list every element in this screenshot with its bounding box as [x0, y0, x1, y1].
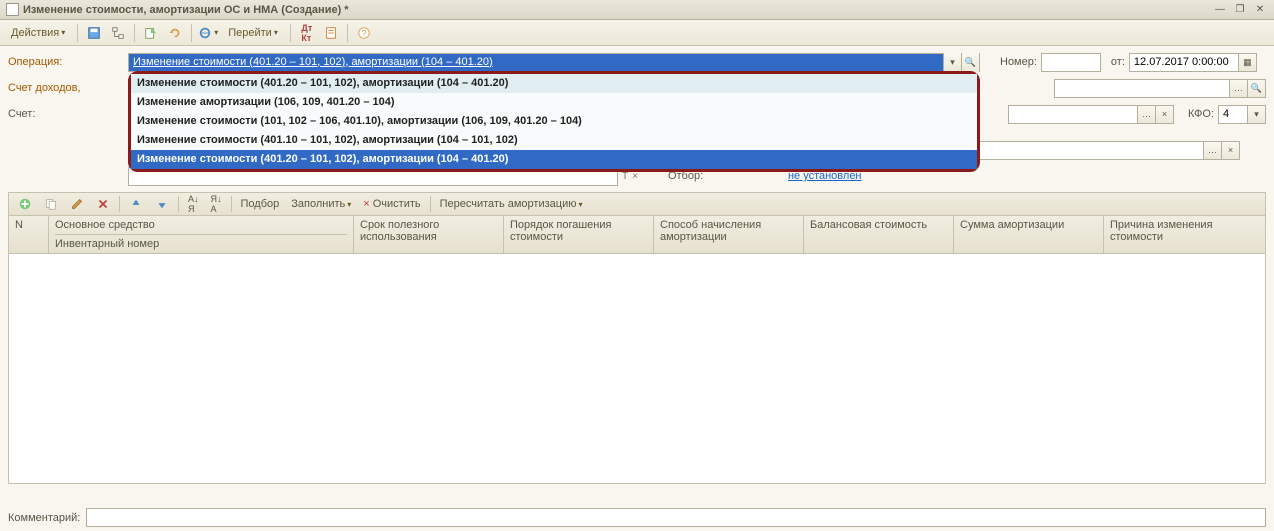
separator [191, 24, 192, 42]
save-icon[interactable] [83, 23, 105, 43]
window-controls: — ❐ ✕ [1212, 3, 1268, 17]
minimize-button[interactable]: — [1212, 3, 1228, 17]
col-n[interactable]: N [9, 216, 49, 253]
main-toolbar: Действия▾ ▾ Перейти▾ ДтКт ? [0, 20, 1274, 46]
ellipsis-icon[interactable]: … [1138, 105, 1156, 124]
chevron-down-icon: ▾ [578, 200, 582, 209]
clear-x-button[interactable]: × [632, 171, 638, 182]
label-operation: Операция: [8, 56, 128, 68]
clear-button[interactable]: ×Очистить [358, 194, 425, 214]
comment-field[interactable] [86, 508, 1266, 527]
move-down-icon[interactable] [150, 194, 174, 214]
operation-field[interactable]: Изменение стоимости (401.20 – 101, 102),… [128, 53, 980, 72]
separator [77, 24, 78, 42]
separator [134, 24, 135, 42]
close-button[interactable]: ✕ [1252, 3, 1268, 17]
col-inv: Инвентарный номер [55, 238, 347, 250]
copy-row-icon[interactable] [39, 194, 63, 214]
operation-value: Изменение стоимости (401.20 – 101, 102),… [129, 54, 943, 71]
date-field[interactable] [1129, 53, 1239, 72]
col-method[interactable]: Способ начисления амортизации [654, 216, 804, 253]
col-reason[interactable]: Причина изменения стоимости [1104, 216, 1265, 253]
edit-row-icon[interactable] [65, 194, 89, 214]
document-icon [6, 3, 19, 16]
col-asset: Основное средство [55, 219, 347, 235]
svg-text:?: ? [361, 28, 366, 38]
separator [430, 196, 431, 212]
income-account-field[interactable] [1054, 79, 1230, 98]
col-life[interactable]: Срок полезного использования [354, 216, 504, 253]
operation-dropdown[interactable]: Изменение стоимости (401.20 – 101, 102),… [128, 71, 980, 172]
report-icon[interactable] [320, 23, 342, 43]
post-document-icon[interactable] [140, 23, 162, 43]
chevron-down-icon: ▾ [214, 28, 218, 37]
dropdown-option[interactable]: Изменение стоимости (401.20 – 101, 102),… [131, 150, 977, 169]
label-income-account: Счет доходов, [8, 82, 128, 94]
ellipsis-icon[interactable]: … [1204, 141, 1222, 160]
form-area: Операция: Изменение стоимости (401.20 – … [0, 46, 1274, 186]
calendar-icon[interactable]: ▦ [1239, 53, 1257, 72]
add-row-icon[interactable] [13, 194, 37, 214]
number-field[interactable] [1041, 53, 1101, 72]
table-header: N Основное средство Инвентарный номер Ср… [8, 216, 1266, 254]
dropdown-option[interactable]: Изменение амортизации (106, 109, 401.20 … [131, 93, 977, 112]
dtkt-icon[interactable]: ДтКт [296, 23, 318, 43]
separator [347, 24, 348, 42]
recalc-button[interactable]: Пересчитать амортизацию▾ [435, 194, 588, 214]
col-amort[interactable]: Сумма амортизации [954, 216, 1104, 253]
actions-menu[interactable]: Действия▾ [4, 23, 72, 43]
chevron-down-icon[interactable]: ▾ [943, 53, 961, 72]
title-bar: Изменение стоимости, амортизации ОС и НМ… [0, 0, 1274, 20]
kfo-field[interactable] [1218, 105, 1248, 124]
table-actions-bar: А↓Я Я↓А Подбор Заполнить▾ ×Очистить Пере… [8, 192, 1266, 216]
refresh-icon[interactable] [164, 23, 186, 43]
dropdown-option[interactable]: Изменение стоимости (401.10 – 101, 102),… [131, 131, 977, 150]
separator [119, 196, 120, 212]
delete-row-icon[interactable] [91, 194, 115, 214]
search-icon[interactable]: 🔍 [961, 53, 979, 72]
chevron-down-icon: ▾ [347, 200, 351, 209]
separator [231, 196, 232, 212]
sort-asc-icon[interactable]: А↓Я [183, 194, 204, 214]
col-balance[interactable]: Балансовая стоимость [804, 216, 954, 253]
move-up-icon[interactable] [124, 194, 148, 214]
select-button[interactable]: Подбор [236, 194, 285, 214]
col-asset-group[interactable]: Основное средство Инвентарный номер [49, 216, 354, 253]
row-comment: Комментарий: [8, 508, 1266, 527]
goto-menu[interactable]: Перейти▾ [221, 23, 285, 43]
label-from: от: [1111, 56, 1125, 68]
label-number: Номер: [1000, 56, 1037, 68]
chevron-down-icon: ▾ [61, 28, 65, 37]
link-icon[interactable]: ▾ [197, 23, 219, 43]
window-title: Изменение стоимости, амортизации ОС и НМ… [23, 4, 349, 16]
clear-icon[interactable]: × [1156, 105, 1174, 124]
search-icon[interactable]: 🔍 [1248, 79, 1266, 98]
dropdown-option[interactable]: Изменение стоимости (401.20 – 101, 102),… [131, 74, 977, 93]
separator [290, 24, 291, 42]
clear-icon[interactable]: × [1222, 141, 1240, 160]
clear-x-icon: × [363, 198, 369, 210]
format-t-button[interactable]: T [622, 171, 628, 182]
separator [178, 196, 179, 212]
chevron-down-icon: ▾ [274, 28, 278, 37]
chevron-down-icon[interactable]: ▾ [1248, 105, 1266, 124]
sort-desc-icon[interactable]: Я↓А [206, 194, 227, 214]
help-icon[interactable]: ? [353, 23, 375, 43]
fill-button[interactable]: Заполнить▾ [286, 194, 356, 214]
table-body[interactable] [8, 254, 1266, 484]
ellipsis-icon[interactable]: … [1230, 79, 1248, 98]
label-comment: Комментарий: [8, 512, 80, 524]
label-account: Счет: [8, 108, 128, 120]
col-repay[interactable]: Порядок погашения стоимости [504, 216, 654, 253]
account-field[interactable] [1008, 105, 1138, 124]
dropdown-option[interactable]: Изменение стоимости (101, 102 – 106, 401… [131, 112, 977, 131]
restore-button[interactable]: ❐ [1232, 3, 1248, 17]
label-kfo: КФО: [1188, 108, 1214, 120]
hierarchy-icon[interactable] [107, 23, 129, 43]
row-operation: Операция: Изменение стоимости (401.20 – … [8, 52, 1266, 72]
